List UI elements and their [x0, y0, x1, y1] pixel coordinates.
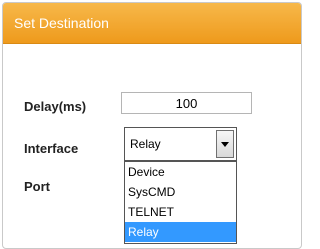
panel-title: Set Destination: [14, 15, 109, 31]
chevron-down-icon[interactable]: [216, 130, 234, 158]
dropdown-option-relay[interactable]: Relay: [125, 222, 236, 242]
interface-selected-value: Relay: [130, 137, 161, 151]
port-label: Port: [24, 179, 50, 194]
interface-dropdown-list: Device SysCMD TELNET Relay: [124, 161, 237, 244]
panel-header: Set Destination: [3, 3, 301, 44]
delay-label: Delay(ms): [24, 99, 87, 114]
interface-label: Interface: [24, 141, 79, 156]
delay-input[interactable]: [121, 92, 252, 114]
interface-select[interactable]: Relay: [124, 127, 237, 161]
dropdown-option-syscmd[interactable]: SysCMD: [125, 182, 236, 202]
dropdown-option-device[interactable]: Device: [125, 162, 236, 182]
dropdown-option-telnet[interactable]: TELNET: [125, 202, 236, 222]
